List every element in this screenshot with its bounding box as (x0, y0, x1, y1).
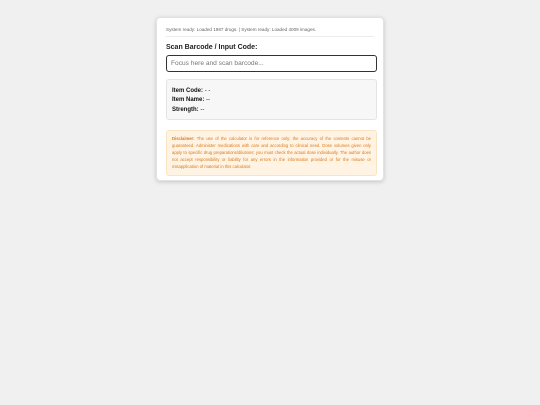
disclaimer-box: Disclaimer: The use of the calculator is… (166, 130, 377, 176)
item-name-value: -- (206, 97, 211, 104)
strength-label: Strength: (172, 106, 199, 113)
item-name-label: Item Name: (172, 97, 205, 104)
scan-label: Scan Barcode / Input Code: (166, 44, 258, 51)
item-code-value: - - (204, 88, 211, 94)
disclaimer-label: Disclaimer: (172, 136, 195, 141)
item-code-label: Item Code: (172, 88, 204, 94)
item-name-row: Item Name: -- (172, 96, 371, 105)
strength-row: Strength: -- (172, 106, 371, 115)
strength-value: -- (200, 106, 205, 113)
item-code-row: Item Code: - - (172, 87, 371, 96)
status-message: System ready: Loaded 1987 drugs. | Syste… (166, 26, 374, 37)
item-info-panel: Item Code: - - Item Name: -- Strength: -… (166, 79, 377, 120)
scanner-card: System ready: Loaded 1987 drugs. | Syste… (156, 17, 384, 181)
barcode-input[interactable] (166, 55, 377, 72)
disclaimer-text: The use of the calculator is for referen… (172, 136, 371, 169)
